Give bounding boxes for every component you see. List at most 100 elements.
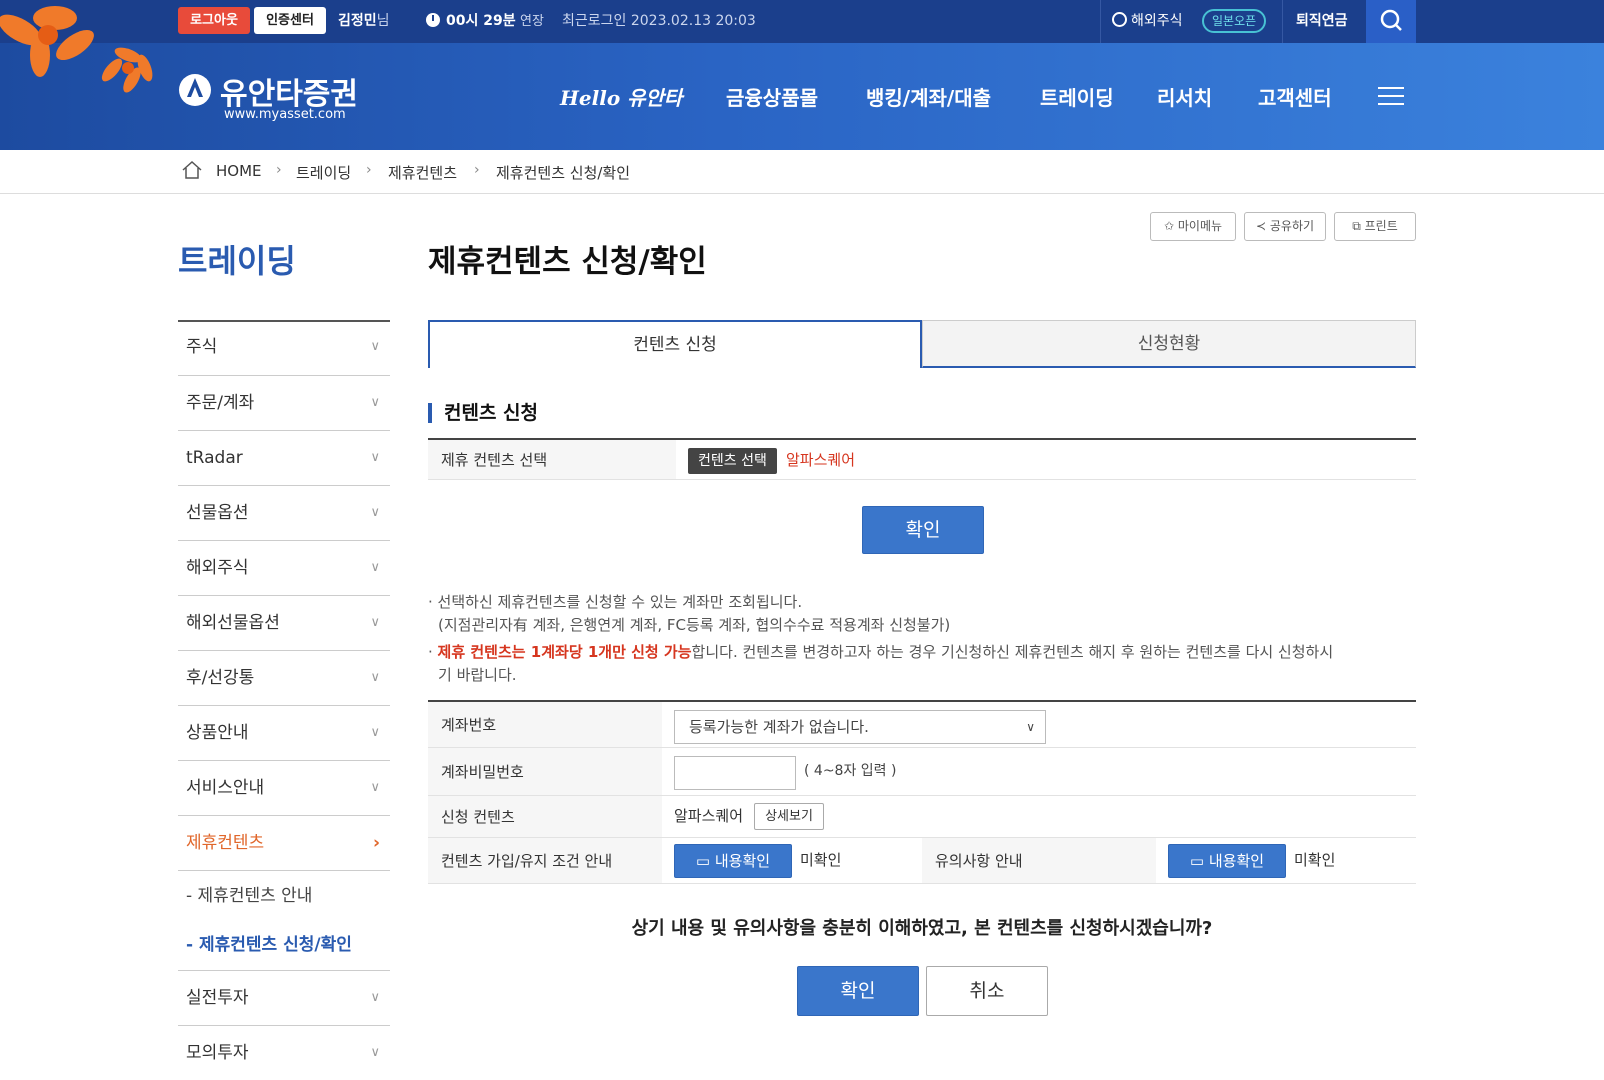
notice-text: 선택하신 제휴컨텐츠를 신청할 수 있는 계좌만 조회됩니다. <box>437 593 803 611</box>
sidebar-title: 트레이딩 <box>178 242 296 280</box>
account-select[interactable]: 등록가능한 계좌가 없습니다. ∨ <box>674 710 1046 744</box>
sidebar-item-tradar[interactable]: tRadar ∨ <box>178 430 390 485</box>
sidebar-item-futures[interactable]: 선물옵션 ∨ <box>178 485 390 540</box>
sidebar-item-overseas-futures[interactable]: 해외선물옵션 ∨ <box>178 595 390 650</box>
menu-icon[interactable] <box>1378 87 1404 107</box>
nav-hello-yuanta[interactable]: Hello 유안타 <box>560 82 682 111</box>
chevron-down-icon: ∨ <box>370 725 380 740</box>
breadcrumb-current: 제휴컨텐츠 신청/확인 <box>496 164 631 182</box>
session-timer: 00시 29분 <box>426 0 516 43</box>
terms-check-button[interactable]: ▭ 내용확인 <box>674 844 792 878</box>
star-icon: ✩ <box>1163 219 1175 233</box>
home-icon[interactable] <box>181 160 203 180</box>
breadcrumb-sep: › <box>366 162 372 178</box>
terms-label: 컨텐츠 가입/유지 조건 안내 <box>428 838 662 883</box>
nav-research[interactable]: 리서치 <box>1157 82 1212 111</box>
sidebar-item-label: tRadar <box>186 448 243 468</box>
sidebar-item-affiliate[interactable]: 제휴컨텐츠 › <box>178 815 390 870</box>
breadcrumb-sep: › <box>474 162 480 178</box>
nav-trading[interactable]: 트레이딩 <box>1040 82 1114 111</box>
sidebar-item-label: 후/선강통 <box>186 668 255 688</box>
search-button[interactable] <box>1366 0 1416 43</box>
sidebar-item-label: 상품안내 <box>186 723 249 743</box>
breadcrumb-affiliate[interactable]: 제휴컨텐츠 <box>388 162 457 183</box>
sidebar-sub-affiliate-apply[interactable]: - 제휴컨텐츠 신청/확인 <box>178 920 390 970</box>
chevron-down-icon: ∨ <box>370 990 380 1005</box>
password-input[interactable] <box>674 756 796 790</box>
chevron-down-icon: ∨ <box>370 505 380 520</box>
password-label: 계좌비밀번호 <box>428 748 662 795</box>
breadcrumb-sep: › <box>276 162 282 178</box>
notice-line-1: · 선택하신 제휴컨텐츠를 신청할 수 있는 계좌만 조회됩니다. <box>428 593 803 611</box>
content-select-label: 제휴 컨텐츠 선택 <box>428 440 676 479</box>
sidebar-item-stocks[interactable]: 주식 ∨ <box>178 320 390 375</box>
chevron-down-icon: ∨ <box>370 560 380 575</box>
confirm-select-button[interactable]: 확인 <box>862 506 984 554</box>
sidebar-item-hk-sz[interactable]: 후/선강통 ∨ <box>178 650 390 705</box>
logo-icon <box>179 74 211 106</box>
caution-check-button[interactable]: ▭ 내용확인 <box>1168 844 1286 878</box>
account-select-value: 등록가능한 계좌가 없습니다. <box>689 718 869 736</box>
sidebar-menu: 주식 ∨ 주문/계좌 ∨ tRadar ∨ 선물옵션 ∨ 해외주식 ∨ 해외선물옵션 ∨ 후… <box>178 320 390 1080</box>
mymenu-button[interactable]: ✩ 마이메뉴 <box>1150 212 1236 241</box>
content-row: 신청 컨텐츠 알파스퀘어 상세보기 <box>428 796 1416 838</box>
caution-label: 유의사항 안내 <box>922 838 1156 883</box>
breadcrumb-trading[interactable]: 트레이딩 <box>296 162 351 183</box>
sidebar-item-real-invest[interactable]: 실전투자 ∨ <box>178 970 390 1025</box>
cert-center-button[interactable]: 인증센터 <box>254 7 326 34</box>
section-title: 컨텐츠 신청 <box>428 403 538 423</box>
sidebar-item-order[interactable]: 주문/계좌 ∨ <box>178 375 390 430</box>
print-button[interactable]: ⧉ 프린트 <box>1334 212 1416 241</box>
globe-icon <box>1112 12 1127 27</box>
sidebar-item-overseas[interactable]: 해외주식 ∨ <box>178 540 390 595</box>
user-suffix: 님 <box>376 13 390 29</box>
logout-button[interactable]: 로그아웃 <box>178 7 250 34</box>
sidebar-item-label: 제휴컨텐츠 <box>186 833 265 853</box>
flower-decoration <box>0 6 153 93</box>
content-select-button[interactable]: 컨텐츠 선택 <box>688 448 777 474</box>
apply-confirm-button[interactable]: 확인 <box>797 966 919 1016</box>
password-hint: ( 4~8자 입력 ) <box>804 763 897 779</box>
share-button[interactable]: ≺ 공유하기 <box>1244 212 1326 241</box>
sidebar-item-mock-invest[interactable]: 모의투자 ∨ <box>178 1025 390 1080</box>
apply-cancel-button[interactable]: 취소 <box>926 966 1048 1016</box>
last-login: 최근로그인 2023.02.13 20:03 <box>562 13 756 29</box>
selected-content: 알파스퀘어 <box>786 451 856 469</box>
pension-link[interactable]: 퇴직연금 <box>1296 0 1348 43</box>
content-select-row: 제휴 컨텐츠 선택 컨텐츠 선택 알파스퀘어 <box>428 438 1416 480</box>
notice-text: 합니다. 컨텐츠를 변경하고자 하는 경우 기신청하신 제휴컨텐츠 해지 후 원… <box>691 643 1334 661</box>
extend-link[interactable]: 연장 <box>520 0 544 43</box>
overseas-label: 해외주식 <box>1131 13 1183 29</box>
sidebar-item-label: 선물옵션 <box>186 503 249 523</box>
sidebar-item-label: 모의투자 <box>186 1043 249 1063</box>
tab-status[interactable]: 신청현황 <box>922 320 1416 368</box>
breadcrumb-home[interactable]: HOME <box>216 162 262 180</box>
divider <box>1100 0 1101 43</box>
share-icon: ≺ <box>1255 219 1267 233</box>
content-label: 신청 컨텐츠 <box>428 796 662 837</box>
user-name-text: 김정민 <box>338 13 377 29</box>
tab-apply[interactable]: 컨텐츠 신청 <box>428 320 922 368</box>
nav-customer-center[interactable]: 고객센터 <box>1258 82 1332 111</box>
search-icon <box>1380 9 1402 31</box>
nav-banking[interactable]: 뱅킹/계좌/대출 <box>866 82 991 111</box>
chevron-down-icon: ∨ <box>370 1045 380 1060</box>
overseas-link[interactable]: 해외주식 <box>1112 0 1183 43</box>
chevron-down-icon: ∨ <box>370 670 380 685</box>
chevron-down-icon: ∨ <box>1026 720 1035 734</box>
user-name: 김정민님 <box>338 0 390 43</box>
detail-button[interactable]: 상세보기 <box>754 803 824 830</box>
mymenu-label: 마이메뉴 <box>1177 219 1223 233</box>
share-label: 공유하기 <box>1269 219 1315 233</box>
password-row: 계좌비밀번호 ( 4~8자 입력 ) <box>428 748 1416 796</box>
notice-line-2: (지점관리자有 계좌, 은행연계 계좌, FC등록 계좌, 협의수수료 적용계좌… <box>438 616 951 634</box>
nav-financial-mall[interactable]: 금융상품몰 <box>726 82 818 111</box>
clock-icon <box>426 13 440 27</box>
sidebar-sub-affiliate-guide[interactable]: - 제휴컨텐츠 안내 <box>178 870 390 920</box>
document-icon: ▭ <box>1189 852 1205 870</box>
sidebar-item-services[interactable]: 서비스안내 ∨ <box>178 760 390 815</box>
caution-check-label: 내용확인 <box>1208 852 1265 870</box>
open-badge: 일본오픈 <box>1202 9 1267 33</box>
sidebar-item-products[interactable]: 상품안내 ∨ <box>178 705 390 760</box>
chevron-right-icon: › <box>372 833 380 853</box>
